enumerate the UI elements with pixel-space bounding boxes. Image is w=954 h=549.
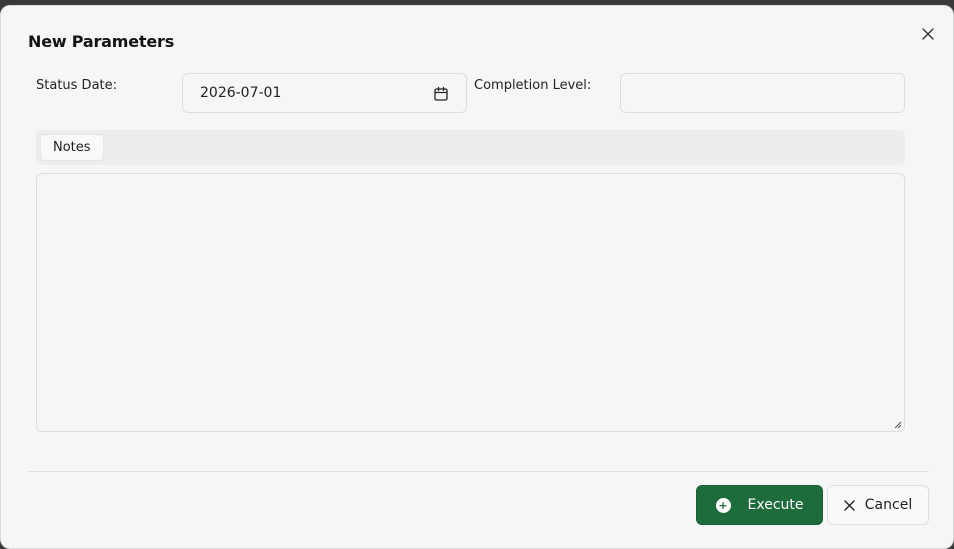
dialog-title: New Parameters bbox=[28, 32, 175, 51]
plus-circle-icon: + bbox=[715, 497, 731, 513]
status-date-label: Status Date: bbox=[36, 78, 118, 93]
resize-grip-icon[interactable] bbox=[894, 421, 902, 429]
new-parameters-dialog: New Parameters Status Date: 2026-07-01 C… bbox=[0, 5, 954, 549]
tab-bar: Notes bbox=[36, 130, 905, 165]
close-icon bbox=[922, 28, 934, 40]
cancel-label: Cancel bbox=[864, 497, 913, 513]
completion-level-field[interactable] bbox=[620, 73, 905, 113]
status-date-value: 2026-07-01 bbox=[200, 85, 282, 101]
execute-label: Execute bbox=[747, 497, 804, 513]
notes-textarea[interactable] bbox=[36, 173, 905, 432]
status-date-field[interactable]: 2026-07-01 bbox=[182, 73, 467, 113]
tab-notes[interactable]: Notes bbox=[40, 134, 104, 161]
close-icon bbox=[844, 499, 855, 511]
close-button[interactable] bbox=[918, 24, 938, 44]
footer-divider bbox=[28, 471, 929, 472]
calendar-icon[interactable] bbox=[433, 86, 449, 102]
completion-level-label: Completion Level: bbox=[474, 78, 592, 93]
cancel-button[interactable]: Cancel bbox=[827, 485, 929, 525]
execute-button[interactable]: + Execute bbox=[696, 485, 823, 525]
